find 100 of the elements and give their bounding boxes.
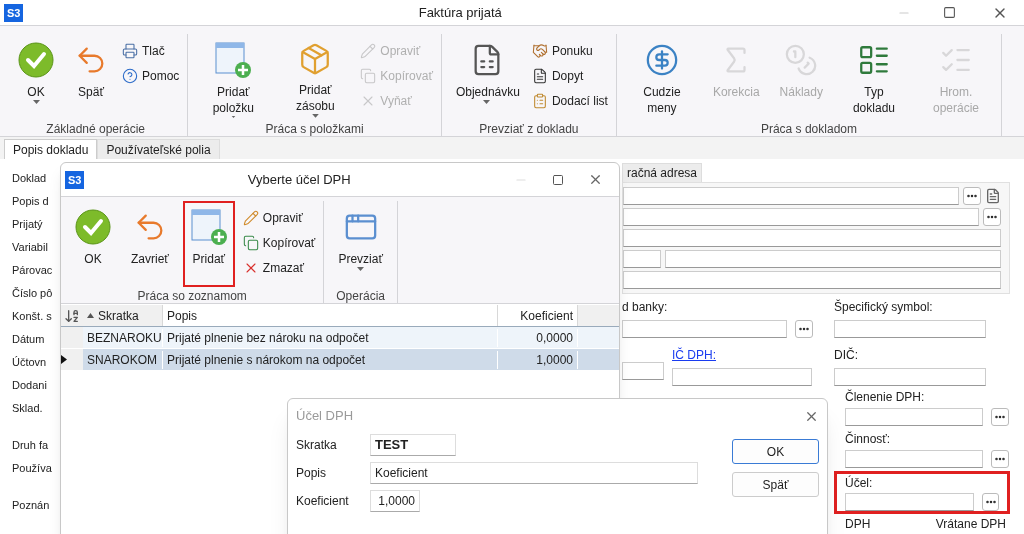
column-header: Vrátane DPH	[935, 517, 1006, 531]
ribbon-button[interactable]: Objednávku	[449, 34, 524, 120]
ribbon-button[interactable]: Prevziať	[332, 201, 389, 287]
input-field[interactable]	[845, 450, 983, 468]
maximize-icon[interactable]	[552, 173, 564, 186]
input-field[interactable]	[665, 250, 1001, 268]
input-field[interactable]	[623, 187, 959, 205]
ribbon-button[interactable]: Typ dokladu	[836, 34, 911, 120]
input-field[interactable]: Koeficient	[370, 462, 698, 484]
input-field[interactable]: 1,0000	[370, 490, 420, 512]
ribbon-button[interactable]: Dodací list	[531, 88, 608, 113]
dialog-button[interactable]: OK	[732, 439, 819, 464]
ribbon-button[interactable]: Pomoc	[122, 63, 180, 88]
dialog-button[interactable]: Späť	[732, 472, 819, 497]
field-label: Činnosť:	[844, 430, 892, 448]
input-field[interactable]	[623, 229, 1001, 247]
field-label: Členenie DPH:	[844, 388, 926, 406]
ribbon-button[interactable]: Späť	[68, 34, 114, 120]
clipboard-icon	[531, 92, 548, 109]
form-label: Párovac	[12, 263, 53, 278]
group-label: Práca s dokladom	[760, 121, 857, 138]
app-logo: S3	[4, 3, 24, 22]
caret-icon	[357, 267, 365, 271]
document-icon	[531, 67, 548, 84]
group-label: Prevziať z dokladu	[479, 121, 579, 138]
ribbon-button[interactable]: Zmazať	[242, 255, 316, 280]
check-circle-icon	[18, 42, 54, 78]
window-plus-icon	[213, 40, 254, 80]
window-plus-icon	[188, 207, 229, 247]
form-label: Sklad.	[12, 401, 43, 416]
group-label: Operácia	[336, 288, 385, 305]
form-label: Popis d	[12, 194, 49, 209]
ribbon-button[interactable]: Opraviť	[242, 205, 316, 230]
row-pointer-icon	[61, 355, 67, 364]
ribbon-button[interactable]: OK	[12, 34, 60, 120]
window-title: Faktúra prijatá	[417, 3, 503, 22]
input-field[interactable]	[845, 493, 975, 511]
form-label: Doklad	[12, 171, 47, 186]
table-row[interactable]: BEZNAROKU Prijaté plnenie bez nároku na odpočet 0,0000	[61, 327, 619, 349]
input-field[interactable]	[834, 320, 986, 338]
printer-icon	[122, 42, 138, 59]
form-label: Poznán	[12, 498, 50, 513]
column-header[interactable]: Popis	[163, 305, 498, 326]
form-label: Prijatý	[12, 217, 43, 232]
caret-icon	[229, 116, 237, 118]
ellipsis-button[interactable]	[963, 187, 981, 205]
maximize-icon[interactable]	[943, 6, 956, 19]
ellipsis-button[interactable]	[983, 208, 1001, 226]
vat-id-link[interactable]: IČ DPH:	[672, 346, 812, 364]
ribbon-button[interactable]: Tlač	[122, 38, 180, 63]
ribbon-button[interactable]: Cudzie meny	[624, 34, 699, 120]
input-field[interactable]: TEST	[370, 434, 456, 456]
dollar-coin-icon	[644, 43, 679, 77]
ribbon-button[interactable]: Zavrieť	[125, 201, 175, 287]
ribbon-button[interactable]: Pridať	[182, 201, 235, 287]
column-header: DPH	[845, 517, 871, 531]
ellipsis-button[interactable]	[982, 493, 999, 511]
close-icon[interactable]	[588, 172, 603, 187]
field-label: Špecifický symbol:	[834, 298, 934, 316]
table-cell: 0,0000	[498, 328, 578, 347]
tab[interactable]: Používateľské polia	[97, 139, 220, 159]
input-field[interactable]	[845, 408, 983, 426]
form-label: Dodani	[12, 378, 47, 393]
coins-icon	[784, 43, 819, 77]
column-header[interactable]: Koeficient	[498, 305, 578, 326]
form-label: Druh fa	[12, 438, 49, 453]
input-field[interactable]	[622, 362, 664, 380]
input-field[interactable]	[834, 368, 986, 386]
input-field[interactable]	[622, 320, 787, 338]
copy-icon	[360, 67, 377, 84]
ribbon-button[interactable]: Ponuku	[531, 38, 608, 63]
pencil-icon	[242, 209, 259, 226]
caret-icon	[32, 100, 40, 104]
check-circle-icon	[75, 209, 111, 245]
input-field[interactable]	[672, 368, 812, 386]
input-field[interactable]	[623, 250, 661, 268]
input-field[interactable]	[623, 271, 1001, 289]
ellipsis-button[interactable]	[795, 320, 813, 338]
pencil-icon	[360, 42, 377, 59]
window-title: Účel DPH	[296, 407, 355, 426]
form-label: Dátum	[12, 332, 45, 347]
caret-icon	[483, 100, 491, 104]
form-label: Variabil	[12, 240, 48, 255]
tab[interactable]: Popis dokladu	[4, 139, 98, 159]
ribbon-button[interactable]: Dopyt	[531, 63, 608, 88]
ellipsis-button[interactable]	[991, 450, 1009, 468]
ribbon-button[interactable]: Pridať zásobu	[278, 34, 353, 120]
table-row[interactable]: SNAROKOM Prijaté plnenie s nárokom na odpočet 1,0000	[61, 349, 619, 371]
tab[interactable]: račná adresa	[622, 163, 703, 182]
window-title: Vyberte účel DPH	[246, 170, 352, 189]
table-cell: Prijaté plnenie s nárokom na odpočet	[163, 350, 498, 369]
table-cell: SNAROKOM	[83, 350, 163, 369]
table-cell: BEZNAROKU	[83, 328, 163, 347]
ribbon-button[interactable]: Pridať položku	[196, 34, 271, 120]
ellipsis-button[interactable]	[991, 408, 1009, 426]
ribbon-button[interactable]: Kopírovať	[242, 230, 316, 255]
ribbon-button[interactable]: OK	[69, 201, 117, 287]
group-label: Práca so zoznamom	[137, 288, 247, 305]
input-field[interactable]	[623, 208, 979, 226]
caret-icon	[311, 114, 319, 118]
